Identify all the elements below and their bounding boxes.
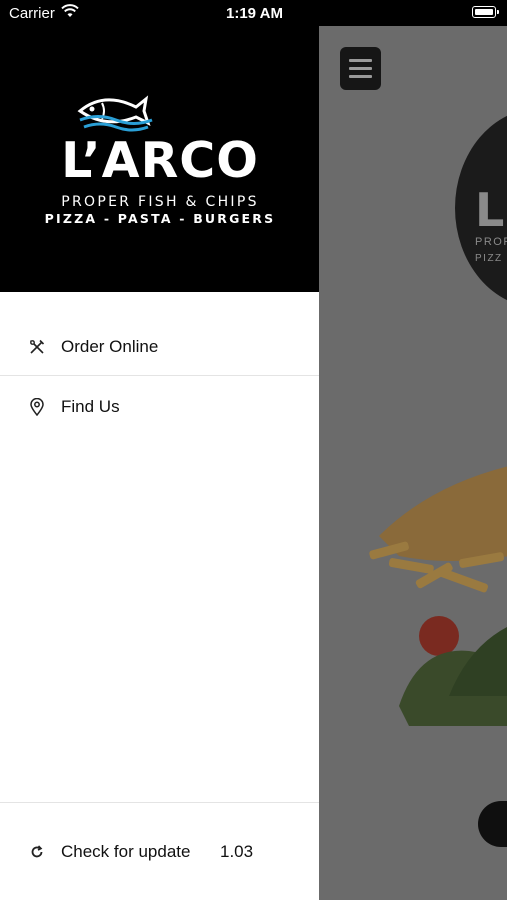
status-bar: Carrier 1:19 AM (0, 0, 507, 26)
refresh-icon (28, 843, 46, 861)
fish-icon (77, 95, 153, 132)
footer-divider (0, 802, 319, 803)
brand-tagline-1: PROPER FISH & CHIPS (61, 194, 259, 210)
hamburger-menu-button[interactable] (340, 47, 381, 90)
brand-name: L’ARCO (61, 132, 259, 189)
brand-tagline-2: PIZZA - PASTA - BURGERS (44, 211, 276, 226)
menu-item-order-online[interactable]: Order Online (0, 318, 319, 376)
battery-icon (472, 6, 499, 18)
wifi-icon (61, 4, 79, 17)
background-logo-sub2: PIZZ (475, 253, 503, 264)
fish-and-chips-image (369, 466, 507, 726)
utensils-icon (28, 338, 46, 356)
background-app-content[interactable]: L PROP PIZZ (319, 26, 507, 900)
brand-logo: L’ARCO PROPER FISH & CHIPS PIZZA - PASTA… (44, 93, 276, 233)
map-pin-icon (28, 398, 46, 416)
clock: 1:19 AM (226, 5, 283, 22)
menu-item-label: Find Us (61, 397, 120, 416)
menu-item-label: Order Online (61, 336, 159, 356)
floating-action-button[interactable] (478, 801, 507, 847)
carrier-label: Carrier (9, 5, 55, 22)
app-version: 1.03 (220, 842, 254, 861)
side-drawer: L’ARCO PROPER FISH & CHIPS PIZZA - PASTA… (0, 0, 319, 900)
background-logo-name: L (475, 183, 505, 237)
menu-item-find-us[interactable]: Find Us (0, 378, 319, 436)
drawer-header: L’ARCO PROPER FISH & CHIPS PIZZA - PASTA… (0, 0, 319, 292)
background-logo-badge: L PROP PIZZ (455, 108, 507, 308)
check-for-update-button[interactable]: Check for update 1.03 (0, 823, 319, 881)
background-logo-sub1: PROP (475, 236, 507, 248)
check-for-update-label: Check for update (61, 842, 191, 861)
